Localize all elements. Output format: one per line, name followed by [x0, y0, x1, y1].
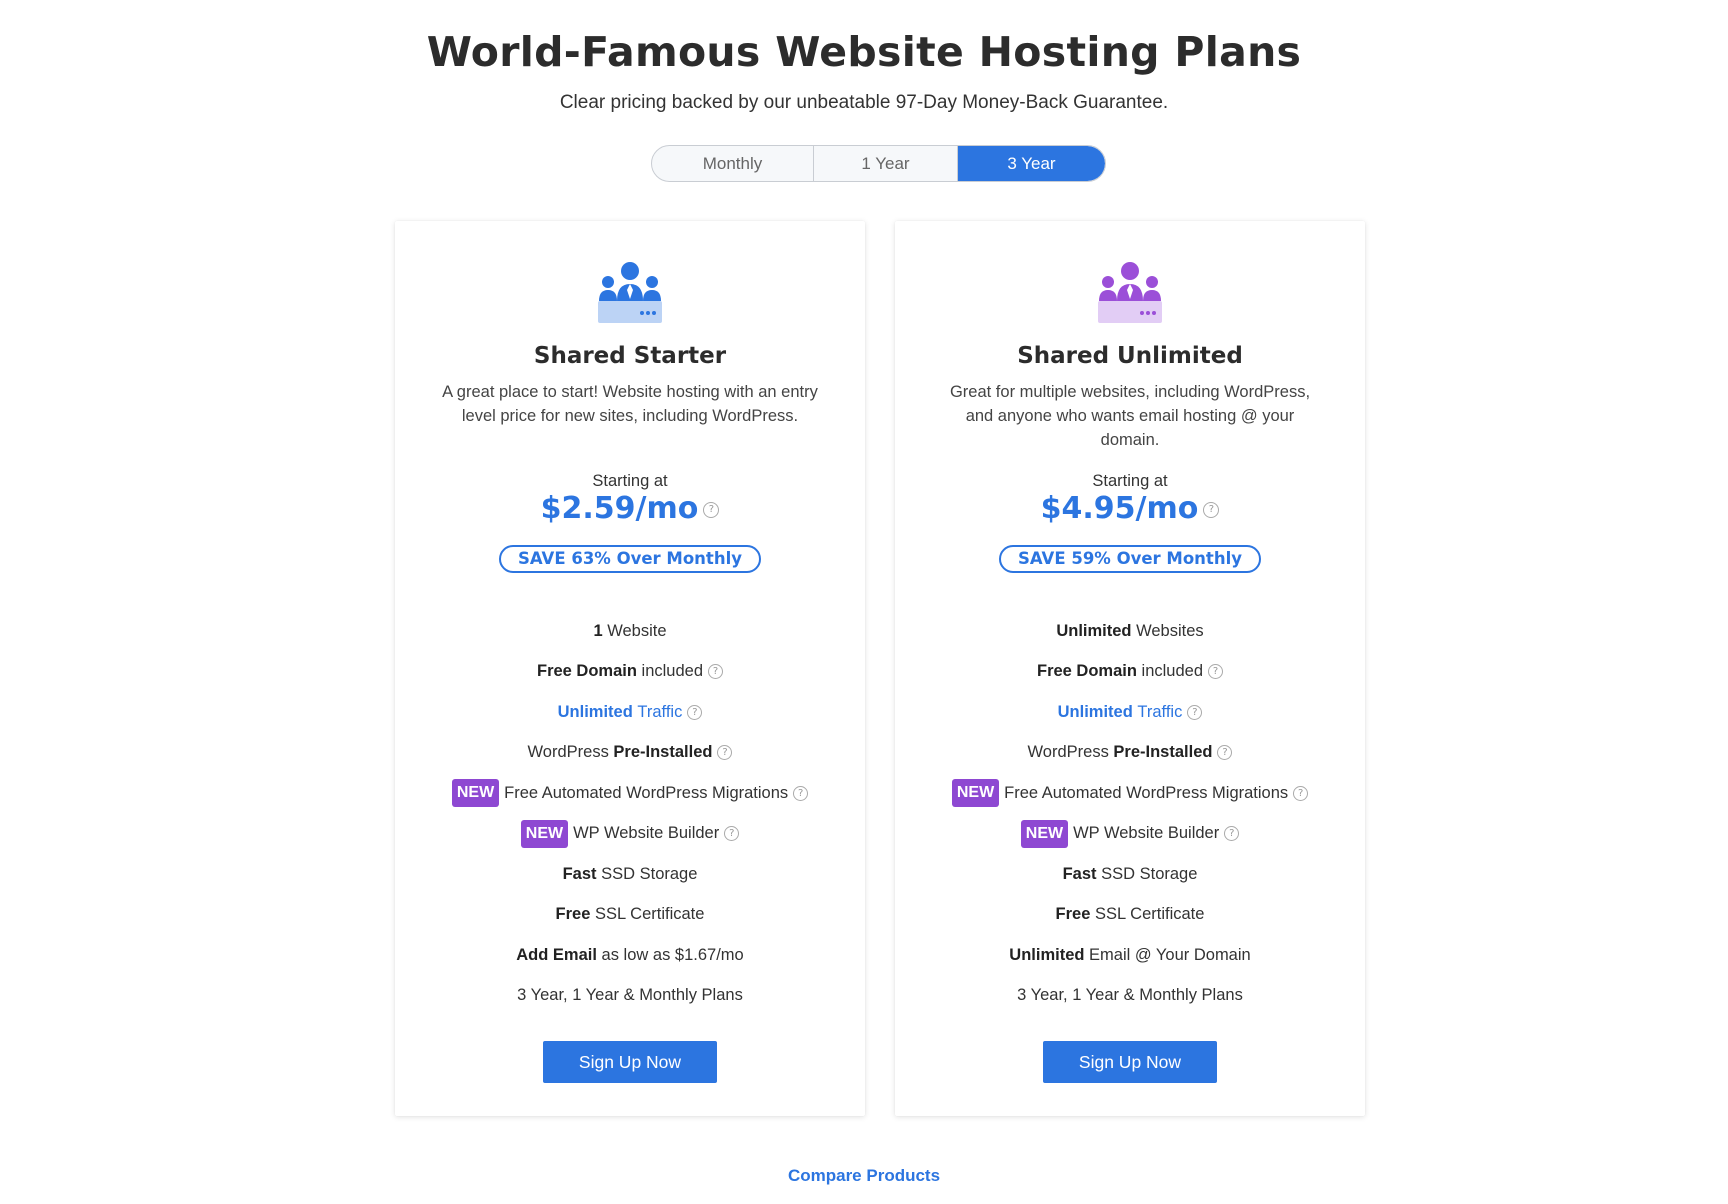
help-icon[interactable]: ? [1203, 502, 1220, 518]
billing-period-toggle: Monthly 1 Year 3 Year [651, 145, 1106, 182]
plan-description: A great place to start! Website hosting … [442, 383, 818, 425]
save-badge: SAVE 59% Over Monthly [999, 545, 1261, 573]
plan-price: $2.59/mo? [395, 491, 865, 526]
help-icon[interactable]: ? [1224, 826, 1240, 842]
users-group-icon [1098, 262, 1162, 323]
help-icon[interactable]: ? [708, 664, 723, 680]
price-value: $4.95/mo [1040, 491, 1199, 526]
feature-item: Add Email as low as $1.67/mo [516, 945, 744, 964]
feature-item: 3 Year, 1 Year & Monthly Plans [517, 986, 743, 1005]
feature-item-link[interactable]: Unlimited Traffic? [895, 692, 1365, 733]
plan-card-shared-unlimited: Shared Unlimited Great for multiple webs… [895, 221, 1365, 1116]
new-badge: NEW [520, 819, 569, 848]
feature-item: Free Domain included? [395, 652, 865, 693]
feature-item: Free SSL Certificate [555, 905, 705, 924]
price-value: $2.59/mo [540, 491, 699, 526]
new-badge: NEW [1020, 819, 1069, 848]
plan-description: Great for multiple websites, including W… [949, 383, 1311, 449]
compare-products-link[interactable]: Compare Products [0, 1166, 1728, 1186]
help-icon[interactable]: ? [687, 704, 703, 720]
billing-option-3-year[interactable]: 3 Year [958, 146, 1105, 181]
feature-item: Unlimited Websites [1056, 621, 1204, 640]
feature-item: 3 Year, 1 Year & Monthly Plans [1017, 986, 1243, 1005]
feature-item: Free SSL Certificate [1055, 905, 1205, 924]
help-icon[interactable]: ? [1208, 664, 1223, 680]
feature-item: Unlimited Email @ Your Domain [1009, 945, 1251, 964]
feature-item: WordPress Pre-Installed? [395, 733, 865, 774]
help-icon[interactable]: ? [1217, 745, 1233, 761]
help-icon[interactable]: ? [703, 502, 720, 518]
help-icon[interactable]: ? [793, 785, 809, 801]
feature-item: Free Domain included? [895, 652, 1365, 693]
save-badge: SAVE 63% Over Monthly [499, 545, 761, 573]
feature-item: 1 Website [593, 621, 667, 640]
plan-price: $4.95/mo? [895, 491, 1365, 526]
feature-list: 1 Website Free Domain included? Unlimite… [395, 611, 865, 1016]
feature-item: NEW Free Automated WordPress Migrations? [395, 773, 865, 814]
feature-item: NEW Free Automated WordPress Migrations? [895, 773, 1365, 814]
plan-name: Shared Unlimited [1017, 343, 1243, 369]
starting-at-label: Starting at [592, 472, 668, 490]
feature-item: Fast SSD Storage [562, 864, 698, 883]
users-group-icon [598, 262, 662, 323]
billing-option-monthly[interactable]: Monthly [652, 146, 814, 181]
feature-item: Fast SSD Storage [1062, 864, 1198, 883]
feature-item: NEW WP Website Builder? [395, 814, 865, 855]
help-icon[interactable]: ? [717, 745, 733, 761]
help-icon[interactable]: ? [1187, 704, 1203, 720]
new-badge: NEW [451, 779, 500, 808]
plan-card-shared-starter: Shared Starter A great place to start! W… [395, 221, 865, 1116]
page-subtitle: Clear pricing backed by our unbeatable 9… [559, 92, 1169, 113]
billing-option-1-year[interactable]: 1 Year [814, 146, 958, 181]
new-badge: NEW [951, 779, 1000, 808]
sign-up-button[interactable]: Sign Up Now [543, 1041, 717, 1083]
feature-item: WordPress Pre-Installed? [895, 733, 1365, 774]
sign-up-button[interactable]: Sign Up Now [1043, 1041, 1217, 1083]
help-icon[interactable]: ? [724, 826, 740, 842]
feature-item: NEW WP Website Builder? [895, 814, 1365, 855]
starting-at-label: Starting at [1092, 472, 1168, 490]
page-title: World-Famous Website Hosting Plans [426, 28, 1302, 76]
plan-name: Shared Starter [533, 343, 727, 369]
feature-list: Unlimited Websites Free Domain included?… [895, 611, 1365, 1016]
help-icon[interactable]: ? [1293, 785, 1309, 801]
feature-item-link[interactable]: Unlimited Traffic? [395, 692, 865, 733]
